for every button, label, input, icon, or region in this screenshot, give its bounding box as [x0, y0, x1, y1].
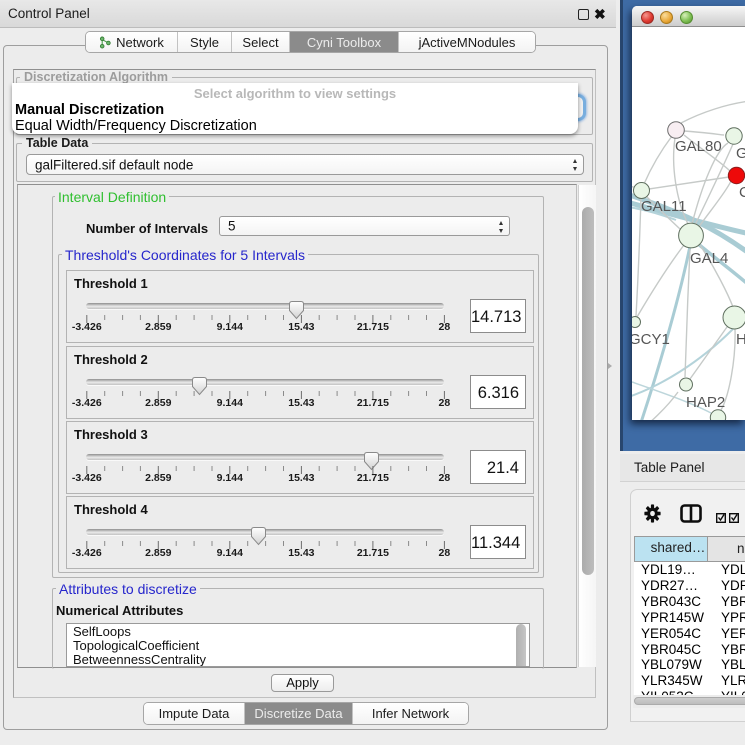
svg-text:C: C [739, 184, 745, 201]
svg-text:GAL80: GAL80 [675, 138, 722, 155]
svg-text:GAL4: GAL4 [690, 250, 728, 267]
svg-text:G.: G. [736, 145, 745, 162]
svg-text:H: H [736, 331, 745, 348]
svg-text:HAP2: HAP2 [686, 394, 725, 411]
svg-text:GCY1: GCY1 [632, 331, 670, 348]
svg-text:GAL11: GAL11 [641, 198, 687, 215]
